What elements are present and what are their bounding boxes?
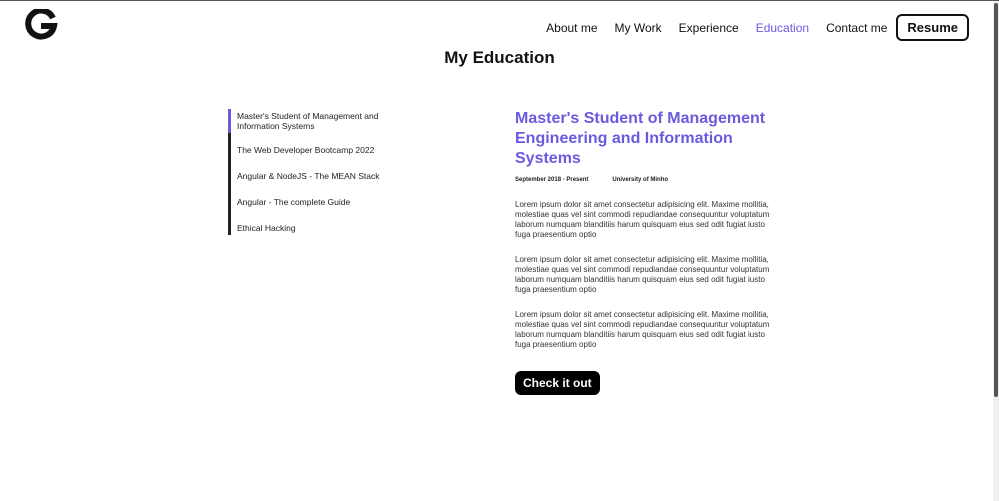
resume-button[interactable]: Resume	[896, 14, 969, 41]
nav-contact-me[interactable]: Contact me	[826, 21, 887, 35]
nav-about-me[interactable]: About me	[546, 21, 597, 35]
education-tab-list: Master's Student of Management and Infor…	[228, 109, 401, 235]
check-it-out-button[interactable]: Check it out	[515, 371, 600, 395]
education-paragraph: Lorem ipsum dolor sit amet consectetur a…	[515, 255, 770, 294]
scrollbar-thumb[interactable]	[994, 3, 998, 397]
education-title: Master's Student of Management Engineeri…	[515, 110, 766, 167]
page-title: My Education	[444, 48, 555, 67]
education-dates: September 2018 - Present	[515, 177, 589, 183]
tab-mean-stack[interactable]: Angular & NodeJS - The MEAN Stack	[231, 169, 401, 183]
tab-web-dev-bootcamp[interactable]: The Web Developer Bootcamp 2022	[231, 143, 401, 157]
nav-my-work[interactable]: My Work	[615, 21, 662, 35]
education-detail: Master's Student of Management Engineeri…	[515, 109, 775, 395]
education-paragraph: Lorem ipsum dolor sit amet consectetur a…	[515, 200, 770, 239]
education-meta: September 2018 - Present University of M…	[515, 177, 775, 183]
tab-masters-management[interactable]: Master's Student of Management and Infor…	[228, 109, 401, 133]
scrollbar[interactable]	[993, 1, 999, 501]
nav-education[interactable]: Education	[756, 21, 809, 35]
g-logo-icon[interactable]	[24, 9, 58, 43]
tab-ethical-hacking[interactable]: Ethical Hacking	[231, 221, 401, 235]
tab-angular-guide[interactable]: Angular - The complete Guide	[231, 195, 401, 209]
education-paragraph: Lorem ipsum dolor sit amet consectetur a…	[515, 310, 770, 349]
nav-experience[interactable]: Experience	[679, 21, 739, 35]
top-nav: About me My Work Experience Education Co…	[529, 14, 969, 41]
education-school: University of Minho	[612, 177, 669, 183]
